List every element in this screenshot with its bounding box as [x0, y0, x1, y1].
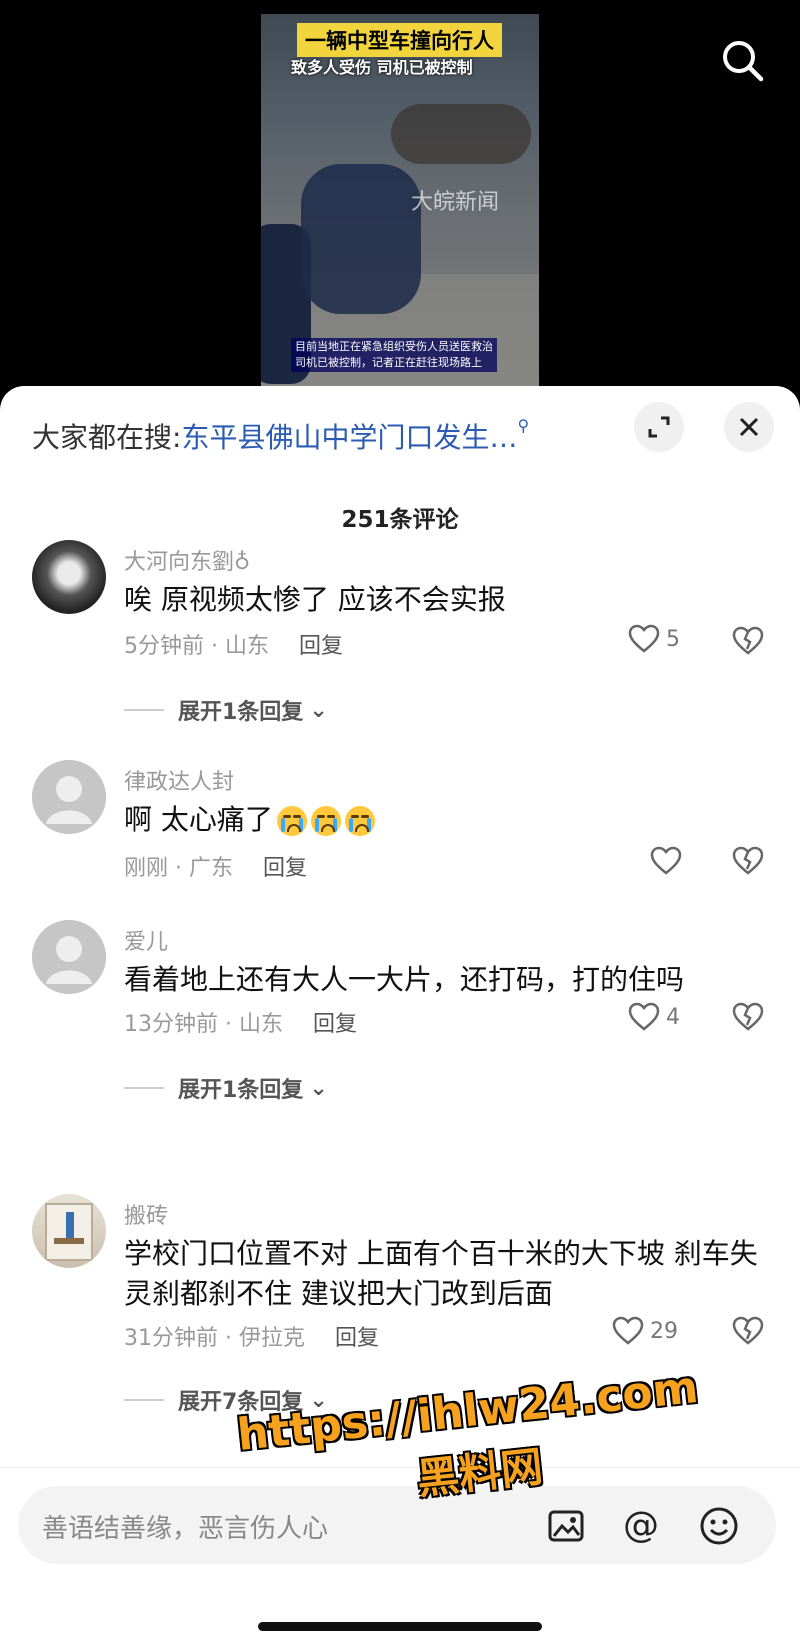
comment-author[interactable]: 大河向东劉♁ — [124, 544, 250, 576]
svg-text:@: @ — [623, 1505, 659, 1546]
video-title-line2: 致多人受伤 司机已被控制 — [291, 58, 473, 77]
dislike-button[interactable] — [732, 626, 764, 660]
close-icon — [739, 417, 759, 437]
mention-icon[interactable]: @ — [620, 1505, 662, 1547]
video-player[interactable]: 一辆中型车撞向行人 致多人受伤 司机已被控制 大皖新闻 目前当地正在紧急组织受伤… — [0, 0, 800, 400]
broken-heart-icon — [732, 846, 764, 875]
like-button[interactable]: 4 — [628, 1002, 680, 1032]
like-button[interactable]: 29 — [612, 1316, 678, 1346]
comment-meta: 31分钟前 · 伊拉克 回复 — [124, 1326, 379, 1351]
comment-input[interactable]: 善语结善缘，恶言伤人心 @ — [18, 1486, 776, 1564]
crying-emoji-icon — [310, 806, 341, 836]
hot-search-query[interactable]: 东平县佛山中学门口发生… — [181, 421, 517, 454]
avatar[interactable] — [32, 540, 106, 614]
hot-search-bar[interactable]: 大家都在搜:东平县佛山中学门口发生…⚲ — [32, 416, 529, 456]
heart-icon — [628, 624, 660, 653]
video-frame: 一辆中型车撞向行人 致多人受伤 司机已被控制 大皖新闻 目前当地正在紧急组织受伤… — [261, 14, 539, 386]
heart-icon — [650, 846, 682, 875]
chevron-down-icon: ⌄ — [309, 697, 328, 723]
expand-replies[interactable]: 展开1条回复 ⌄ — [124, 1072, 328, 1104]
close-button[interactable] — [724, 402, 774, 452]
dislike-button[interactable] — [732, 1002, 764, 1036]
expand-button[interactable] — [634, 402, 684, 452]
comment-meta: 刚刚 · 广东 回复 — [124, 856, 307, 881]
comment-author[interactable]: 搬砖 — [124, 1198, 168, 1230]
comment-text: 看着地上还有大人一大片，还打码，打的住吗 — [124, 963, 685, 996]
comment-author[interactable]: 律政达人封 — [124, 764, 234, 796]
comment-text: 唉 原视频太惨了 应该不会实报 — [124, 583, 506, 616]
like-button[interactable]: 5 — [628, 624, 680, 654]
expand-icon — [648, 416, 670, 438]
comment-input-placeholder: 善语结善缘，恶言伤人心 — [42, 1514, 329, 1544]
broken-heart-icon — [732, 1316, 764, 1345]
like-count: 29 — [650, 1318, 678, 1344]
video-title-line1: 一辆中型车撞向行人 — [297, 23, 502, 57]
search-icon[interactable] — [718, 36, 768, 86]
like-button[interactable] — [650, 846, 682, 876]
image-icon[interactable] — [546, 1506, 586, 1546]
hot-search-prefix: 大家都在搜: — [32, 421, 182, 454]
video-caption: 目前当地正在紧急组织受伤人员送医救治 司机已被控制，记者正在赶往现场路上 — [291, 338, 497, 372]
dislike-button[interactable] — [732, 846, 764, 880]
heart-icon — [612, 1316, 644, 1345]
like-count: 4 — [666, 1004, 680, 1030]
crying-emoji-icon — [344, 806, 375, 836]
broken-heart-icon — [732, 1002, 764, 1031]
comment-text: 啊 太心痛了 — [124, 800, 764, 840]
reply-button[interactable]: 回复 — [313, 1012, 357, 1037]
avatar[interactable] — [32, 760, 106, 834]
heart-icon — [628, 1002, 660, 1031]
reply-button[interactable]: 回复 — [263, 856, 307, 881]
reply-button[interactable]: 回复 — [299, 634, 343, 659]
crying-emoji-icon — [276, 806, 307, 836]
broken-heart-icon — [732, 626, 764, 655]
comment-text: 学校门口位置不对 上面有个百十米的大下坡 刹车失灵刹都刹不住 建议把大门改到后面 — [124, 1237, 758, 1310]
home-indicator — [258, 1622, 542, 1631]
dislike-button[interactable] — [732, 1316, 764, 1350]
reply-button[interactable]: 回复 — [335, 1326, 379, 1351]
comment-author[interactable]: 爱儿 — [124, 924, 168, 956]
comment-count: 251条评论 — [341, 507, 459, 533]
video-watermark: 大皖新闻 — [411, 190, 500, 215]
expand-replies[interactable]: 展开7条回复 ⌄ — [124, 1384, 328, 1416]
comment-meta: 13分钟前 · 山东 回复 — [124, 1012, 357, 1037]
comments-sheet: 大家都在搜:东平县佛山中学门口发生…⚲ 251条评论 大河向东劉♁ 唉 原视频太… — [0, 386, 800, 1651]
emoji-icon[interactable] — [698, 1505, 740, 1547]
avatar[interactable] — [32, 1194, 106, 1268]
chevron-down-icon: ⌄ — [309, 1075, 328, 1101]
comment-input-bar: 善语结善缘，恶言伤人心 @ — [0, 1467, 800, 1652]
avatar[interactable] — [32, 920, 106, 994]
search-small-icon: ⚲ — [517, 416, 530, 435]
like-count: 5 — [666, 626, 680, 652]
expand-replies[interactable]: 展开1条回复 ⌄ — [124, 694, 328, 726]
chevron-down-icon: ⌄ — [309, 1387, 328, 1413]
comment-meta: 5分钟前 · 山东 回复 — [124, 634, 343, 659]
